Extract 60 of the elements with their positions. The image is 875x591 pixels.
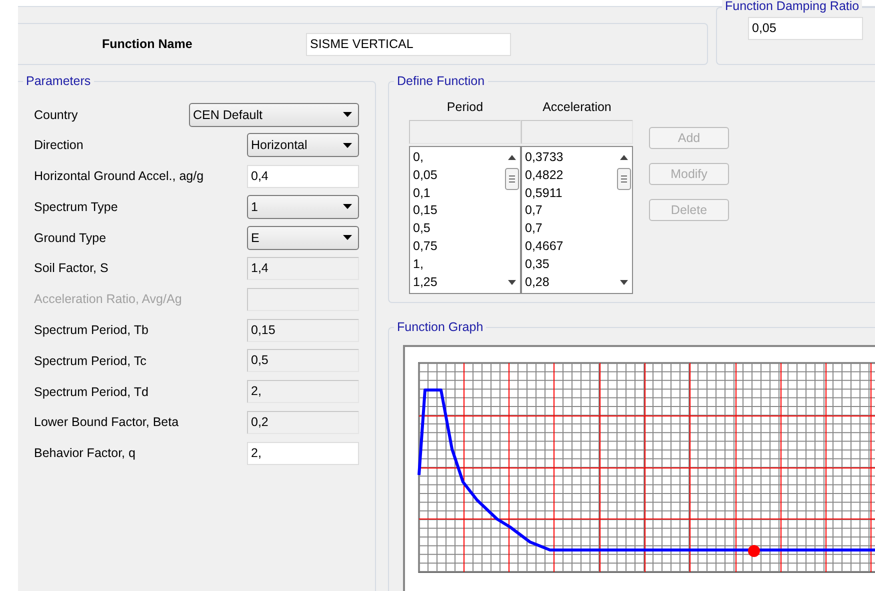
scroll-down-icon: [508, 280, 516, 285]
function-graph-title: Function Graph: [394, 320, 486, 334]
dropdown[interactable]: 1: [247, 194, 359, 219]
list-item[interactable]: 0,75: [413, 238, 504, 256]
parameter-label: Spectrum Period, Td: [34, 384, 150, 399]
list-item[interactable]: 0,3733: [525, 149, 616, 167]
define-function-title: Define Function: [394, 74, 488, 88]
scroll-up-icon: [508, 155, 516, 160]
list-item[interactable]: 1,25: [413, 274, 504, 292]
dropdown[interactable]: CEN Default: [189, 102, 359, 126]
parameter-label: Behavior Factor, q: [34, 446, 136, 460]
caret-icon: [343, 142, 352, 148]
list-item[interactable]: 0,15: [413, 202, 504, 220]
list-item[interactable]: 0,35: [525, 256, 616, 274]
list-item[interactable]: 0,28: [525, 274, 616, 292]
dropdown[interactable]: Horizontal: [247, 133, 359, 158]
damping-ratio-field[interactable]: 0,05: [748, 17, 863, 40]
parameter-label: Lower Bound Factor, Beta: [34, 415, 180, 430]
function-name-label: Function Name: [102, 37, 194, 51]
scroll-down-icon: [620, 280, 628, 285]
readonly-field: 0,15: [247, 318, 359, 342]
readonly-field: 0,2: [247, 410, 359, 434]
entry-field[interactable]: [521, 120, 633, 144]
caret-icon: [343, 112, 352, 117]
list-item[interactable]: 0,7: [525, 220, 616, 238]
parameter-label: Soil Factor, S: [34, 261, 110, 276]
parameter-label: Country: [34, 108, 79, 122]
list-item[interactable]: 0,5: [413, 220, 504, 238]
parameter-label: Acceleration Ratio, Avg/Ag: [34, 292, 183, 306]
list-item[interactable]: 0,: [413, 149, 504, 167]
parameter-label: Spectrum Period, Tc: [34, 354, 148, 368]
list-item[interactable]: 0,4667: [525, 238, 616, 256]
parameter-label: Spectrum Period, Tb: [34, 323, 150, 338]
parameter-label: Spectrum Type: [34, 200, 119, 214]
readonly-field: 1,4: [247, 256, 359, 280]
scroll-thumb[interactable]: [505, 168, 519, 190]
list-item[interactable]: 0,1: [413, 184, 504, 202]
scroll-thumb[interactable]: [617, 168, 631, 190]
list-item[interactable]: 0,7: [525, 202, 616, 220]
input-field[interactable]: 2,: [247, 442, 359, 465]
list-item[interactable]: 0,5911: [525, 184, 616, 202]
dropdown[interactable]: E: [247, 226, 359, 250]
column-header: Period: [446, 100, 484, 116]
list-item[interactable]: 0,4822: [525, 166, 616, 185]
input-field[interactable]: 0,4: [247, 164, 359, 188]
parameters-title: Parameters: [23, 74, 94, 88]
list-item[interactable]: 1,: [413, 256, 504, 274]
parameter-label: Horizontal Ground Accel., ag/g: [34, 169, 205, 184]
function-name-field[interactable]: SISME VERTICAL: [306, 32, 511, 56]
damping-ratio-title: Function Damping Ratio: [722, 0, 862, 13]
scroll-up-icon: [620, 155, 628, 160]
caret-icon: [343, 235, 352, 240]
readonly-field: 2,: [247, 380, 359, 404]
readonly-field: 0,5: [247, 349, 359, 372]
caret-icon: [343, 204, 352, 210]
parameter-label: Direction: [34, 138, 84, 152]
entry-field[interactable]: [409, 120, 521, 144]
column-header: Acceleration: [542, 100, 612, 116]
list-item[interactable]: 0,05: [413, 166, 504, 185]
parameter-label: Ground Type: [34, 230, 108, 245]
